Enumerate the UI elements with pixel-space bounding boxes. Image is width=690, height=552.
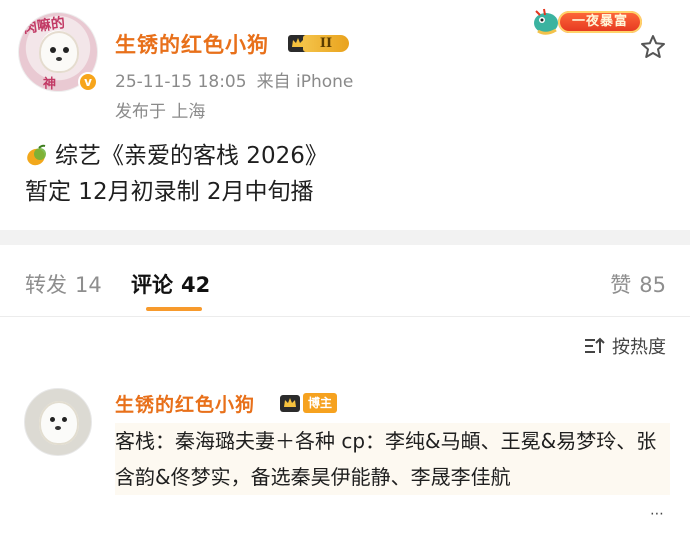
tab-comment-label: 评论 — [131, 273, 173, 297]
star-icon[interactable] — [640, 34, 666, 60]
promo-label: 一夜暴富 — [558, 11, 642, 33]
content-line-1-text: 综艺《亲爱的客栈 2026》 — [55, 143, 328, 169]
tab-repost-count: 14 — [75, 273, 102, 297]
crown-icon — [280, 395, 300, 412]
mango-icon — [27, 144, 46, 166]
avatar-dog-face — [39, 31, 79, 73]
sort-icon — [585, 337, 605, 353]
level-label: II — [303, 35, 349, 52]
comment-author-name[interactable]: 生锈的红色小狗 — [115, 390, 255, 417]
tab-like[interactable]: 赞 85 — [610, 269, 666, 299]
tab-comment-count: 42 — [181, 273, 211, 297]
interaction-tabs: 转发 14 评论 42 赞 85 — [0, 245, 690, 317]
tab-repost-label: 转发 — [25, 273, 67, 297]
promo-badge[interactable]: 一夜暴富 — [530, 5, 642, 37]
user-level-badge[interactable]: II — [287, 32, 349, 54]
tab-repost[interactable]: 转发 14 — [25, 269, 102, 299]
author-name[interactable]: 生锈的红色小狗 — [115, 29, 269, 59]
tab-like-count: 85 — [639, 273, 666, 297]
more-icon: ⋯ — [650, 506, 664, 522]
avatar-caption-bottom: 神 — [43, 77, 57, 92]
verified-badge: v — [78, 72, 98, 92]
post-source: 来自 iPhone — [256, 72, 354, 92]
host-badge: 博主 — [303, 393, 338, 413]
comment-text[interactable]: 客栈：秦海璐夫妻＋各种 cp：李纯&马頔、王冕&易梦玲、张含韵&佟梦实，备选秦昊… — [115, 423, 670, 495]
sort-label: 按热度 — [612, 337, 666, 358]
weibo-post: 肉嘛的 神 v 生锈的红色小狗 II 25-11-15 18:05 来自 iPho… — [0, 0, 690, 230]
content-line-2: 暂定 12月初录制 2月中旬播 — [25, 179, 314, 205]
comment-avatar[interactable] — [24, 388, 92, 456]
section-divider — [0, 230, 690, 245]
content-line-1: 综艺《亲爱的客栈 2026》 — [25, 138, 328, 174]
post-content: 综艺《亲爱的客栈 2026》 暂定 12月初录制 2月中旬播 — [25, 138, 328, 210]
active-tab-indicator — [146, 307, 202, 311]
post-date: 25-11-15 18:05 — [115, 72, 247, 92]
tab-like-label: 赞 — [610, 273, 632, 297]
post-meta: 25-11-15 18:05 来自 iPhone — [115, 67, 353, 92]
sort-by-heat-button[interactable]: 按热度 — [584, 333, 666, 359]
tab-comment[interactable]: 评论 42 — [131, 269, 210, 299]
post-location: 发布于 上海 — [115, 102, 206, 122]
